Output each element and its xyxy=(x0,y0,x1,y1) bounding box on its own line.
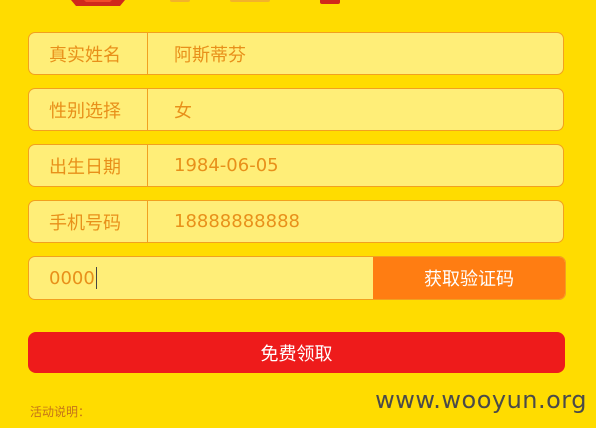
verification-code-row: 0000 获取验证码 xyxy=(28,256,566,300)
birth-date-input[interactable]: 1984-06-05 xyxy=(148,155,279,176)
free-claim-button[interactable]: 免费领取 xyxy=(28,332,565,373)
get-code-button[interactable]: 获取验证码 xyxy=(373,257,565,299)
gender-select[interactable]: 女 xyxy=(148,97,192,123)
gender-label: 性别选择 xyxy=(29,89,148,130)
verification-code-value: 0000 xyxy=(49,267,95,289)
phone-label: 手机号码 xyxy=(29,201,148,242)
birth-date-label: 出生日期 xyxy=(29,145,148,186)
real-name-input[interactable]: 阿斯蒂芬 xyxy=(148,41,246,67)
real-name-label: 真实姓名 xyxy=(29,33,148,74)
phone-input[interactable]: 18888888888 xyxy=(148,211,300,232)
activity-note-label: 活动说明： xyxy=(30,405,91,419)
phone-field[interactable]: 手机号码 18888888888 xyxy=(28,200,564,243)
watermark-text: www.wooyun.org xyxy=(375,386,587,414)
ribbon-decoration-icon xyxy=(71,0,125,6)
real-name-field[interactable]: 真实姓名 阿斯蒂芬 xyxy=(28,32,564,75)
verification-code-input[interactable]: 0000 xyxy=(29,257,373,299)
banner-decoration-icon xyxy=(170,0,340,4)
birth-date-field[interactable]: 出生日期 1984-06-05 xyxy=(28,144,564,187)
text-caret xyxy=(95,267,97,289)
gender-field[interactable]: 性别选择 女 xyxy=(28,88,564,131)
